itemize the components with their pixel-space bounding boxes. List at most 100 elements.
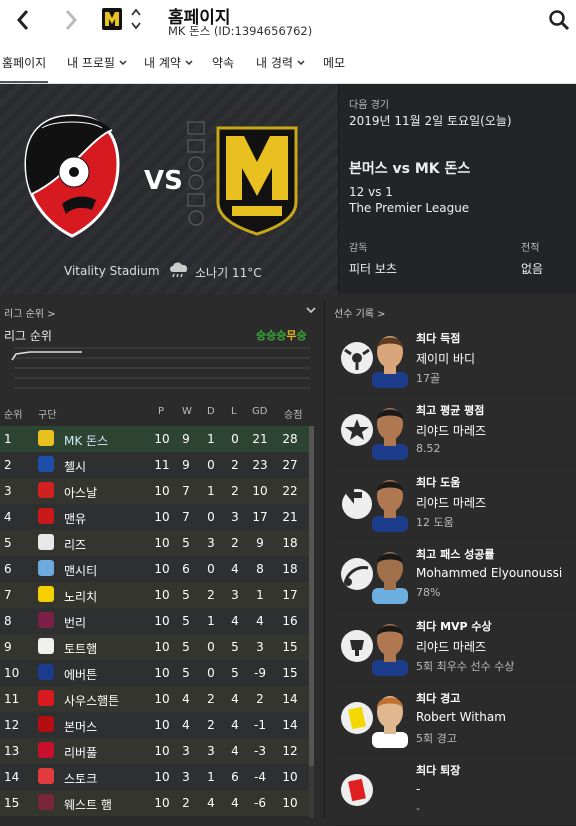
table-row[interactable]: 5 리즈 10 5 3 2 9 18 [0, 530, 312, 556]
table-row[interactable]: 11 사우스햄튼 10 4 2 4 2 14 [0, 686, 312, 712]
record-player[interactable]: - [416, 782, 420, 796]
table-row[interactable]: 15 웨스트 햄 10 2 4 4 -6 10 [0, 790, 312, 816]
w-cell: 5 [182, 666, 190, 680]
col-header-position: 순위 [4, 410, 23, 421]
p-cell: 10 [154, 692, 170, 706]
team-name[interactable]: 본머스 [64, 718, 97, 735]
record-player[interactable]: 제이미 바디 [416, 350, 475, 367]
position-cell: 4 [4, 510, 12, 524]
table-row[interactable]: 8 번리 10 5 1 4 4 16 [0, 608, 312, 634]
p-cell: 10 [154, 562, 170, 576]
player-record-item[interactable]: 최고 패스 성공률 Mohammed Elyounoussi 78% [336, 542, 576, 610]
table-row[interactable]: 3 아스날 10 7 1 2 10 22 [0, 478, 312, 504]
team-name[interactable]: 아스날 [64, 484, 97, 501]
p-cell: 10 [154, 718, 170, 732]
table-row[interactable]: 12 본머스 10 4 2 4 -1 14 [0, 712, 312, 738]
col-header-played[interactable]: P [158, 406, 164, 417]
team-name[interactable]: 노리치 [64, 588, 97, 605]
tab-appointments[interactable]: 약속 [212, 54, 234, 71]
d-cell: 0 [207, 458, 215, 472]
pts-cell: 28 [282, 432, 298, 446]
gd-cell: -6 [254, 796, 266, 810]
tab-contract[interactable]: 내 계약 [144, 54, 193, 71]
opponent-manager[interactable]: 피터 보츠 [349, 260, 397, 277]
table-row[interactable]: 1 MK 돈스 10 9 1 0 21 28 [0, 426, 312, 452]
player-record-item[interactable]: 최다 퇴장 - - [336, 758, 576, 826]
w-cell: 2 [182, 796, 190, 810]
team-name[interactable]: 사우스햄튼 [64, 692, 119, 709]
col-header-points[interactable]: 승점 [284, 406, 302, 421]
tab-career[interactable]: 내 경력 [256, 54, 305, 71]
w-cell: 5 [182, 640, 190, 654]
col-header-lost[interactable]: L [231, 406, 237, 417]
record-player[interactable]: 리야드 마레즈 [416, 638, 486, 655]
table-row[interactable]: 9 토트햄 10 5 0 5 3 15 [0, 634, 312, 660]
record-value: 5회 최우수 선수 수상 [416, 660, 515, 673]
gd-cell: -9 [254, 666, 266, 680]
league-table-link[interactable]: 리그 순위 > [4, 305, 56, 320]
table-row[interactable]: 10 에버튼 10 5 0 5 -9 15 [0, 660, 312, 686]
record-player[interactable]: Mohammed Elyounoussi [416, 566, 562, 580]
record-player[interactable]: Robert Witham [416, 710, 506, 724]
w-cell: 7 [182, 510, 190, 524]
col-header-drawn[interactable]: D [207, 406, 215, 417]
chevron-down-icon[interactable] [306, 306, 316, 314]
record-player[interactable]: 리야드 마레즈 [416, 494, 486, 511]
table-scrollbar[interactable] [309, 426, 314, 818]
table-row[interactable]: 4 맨유 10 7 0 3 17 21 [0, 504, 312, 530]
col-header-won[interactable]: W [182, 406, 192, 417]
team-name[interactable]: MK 돈스 [64, 432, 108, 449]
player-photo [372, 408, 408, 460]
table-row[interactable]: 2 첼시 11 9 0 2 23 27 [0, 452, 312, 478]
team-name[interactable]: 에버튼 [64, 666, 97, 683]
player-record-item[interactable]: 최다 득점 제이미 바디 17골 [336, 326, 576, 394]
player-records-link[interactable]: 선수 기록 > [334, 305, 386, 320]
player-record-item[interactable]: 최고 평균 평점 리야드 마레즈 8.52 [336, 398, 576, 466]
table-row[interactable]: 6 맨시티 10 6 0 4 8 18 [0, 556, 312, 582]
position-cell: 5 [4, 536, 12, 550]
position-cell: 11 [4, 692, 20, 706]
forward-button[interactable] [58, 6, 84, 34]
team-name[interactable]: 리즈 [64, 536, 86, 553]
d-cell: 2 [207, 718, 215, 732]
table-row[interactable]: 14 스토크 10 3 1 6 -4 10 [0, 764, 312, 790]
l-cell: 4 [231, 692, 239, 706]
player-record-item[interactable]: 최다 도움 리야드 마레즈 12 도움 [336, 470, 576, 538]
team-name[interactable]: 웨스트 햄 [64, 796, 112, 813]
team-name[interactable]: 번리 [64, 614, 86, 631]
club-crest-icon [38, 638, 54, 654]
team-name[interactable]: 스토크 [64, 770, 97, 787]
table-row[interactable]: 7 노리치 10 5 2 3 1 17 [0, 582, 312, 608]
search-button[interactable] [548, 9, 570, 31]
manager-label: 감독 [349, 243, 368, 254]
club-badge-icon[interactable] [98, 6, 126, 32]
scrollbar-thumb[interactable] [309, 426, 314, 766]
player-record-item[interactable]: 최다 경고 Robert Witham 5회 경고 [336, 686, 576, 754]
col-header-goal-diff[interactable]: GD [252, 406, 267, 417]
p-cell: 10 [154, 432, 170, 446]
team-name[interactable]: 맨유 [64, 510, 86, 527]
chevron-down-icon [185, 59, 193, 65]
player-record-item[interactable]: 최다 MVP 수상 리야드 마레즈 5회 최우수 선수 수상 [336, 614, 576, 682]
player-photo [372, 552, 408, 604]
team-name[interactable]: 첼시 [64, 458, 86, 475]
p-cell: 10 [154, 744, 170, 758]
team-name[interactable]: 맨시티 [64, 562, 97, 579]
team-name[interactable]: 리버풀 [64, 744, 97, 761]
competition-name[interactable]: The Premier League [349, 201, 469, 215]
back-button[interactable] [10, 6, 36, 34]
table-row[interactable]: 13 리버풀 10 3 3 4 -3 12 [0, 738, 312, 764]
pts-cell: 10 [282, 796, 298, 810]
team-name[interactable]: 토트햄 [64, 640, 97, 657]
fixture-title[interactable]: 본머스 vs MK 돈스 [349, 158, 470, 178]
club-switch-arrows-icon[interactable] [130, 6, 142, 32]
top-bar: 홈페이지 MK 돈스 (ID:1394656762) [0, 0, 576, 44]
position-cell: 3 [4, 484, 12, 498]
tab-notes[interactable]: 메모 [323, 54, 345, 71]
club-crest-icon [38, 586, 54, 602]
tab-home[interactable]: 홈페이지 [0, 54, 49, 83]
record-player[interactable]: 리야드 마레즈 [416, 422, 486, 439]
tab-profile[interactable]: 내 프로필 [67, 54, 127, 71]
mk-dons-badge-logo[interactable] [186, 118, 300, 238]
bournemouth-badge-logo[interactable] [22, 114, 122, 238]
